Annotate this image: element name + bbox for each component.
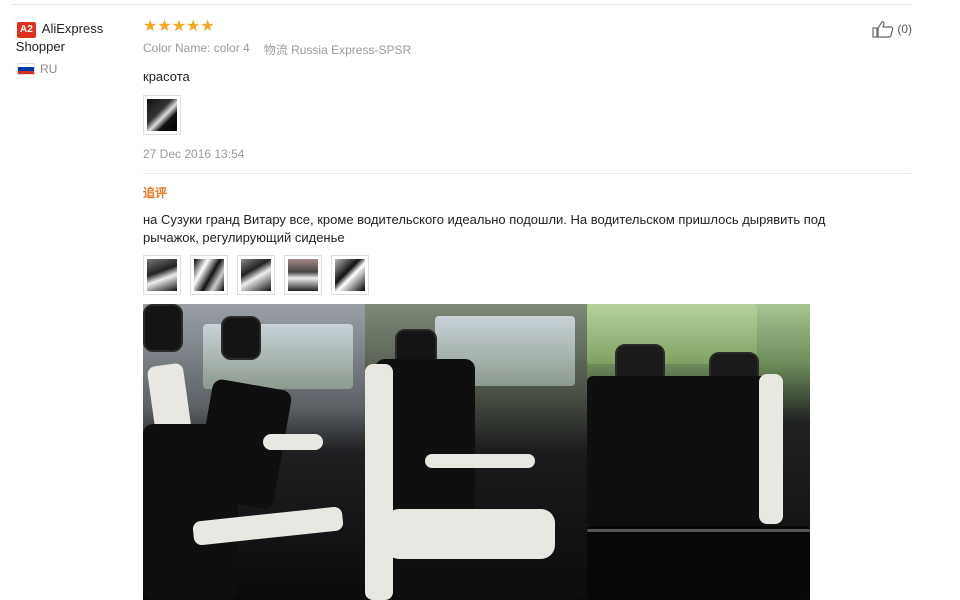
color-value: color 4 [213, 41, 250, 55]
seat-cover-photo-rear-side[interactable] [365, 304, 587, 600]
additional-photo-thumbnails [143, 255, 913, 295]
additional-feedback-label: 追评 [143, 186, 168, 200]
additional-photo-thumbnail[interactable] [190, 255, 228, 295]
logistics-value: Russia Express-SPSR [291, 43, 412, 57]
additional-feedback-text: на Сузуки гранд Витару все, кроме водите… [143, 212, 826, 245]
logistics-label: 物流 [263, 43, 288, 57]
user-level-badge: A2 [17, 22, 36, 38]
reviewer-name-line1: AliExpress [41, 21, 104, 36]
review-body: ★★★★★ Color Name: color 4 物流 Russia Expr… [143, 18, 913, 295]
section-divider [143, 173, 911, 174]
reviewer-name-line2: Shopper [15, 39, 65, 54]
review-photo-thumbnail[interactable] [143, 95, 181, 135]
reviewer-country: RU [17, 62, 127, 76]
additional-photo-thumbnail[interactable] [284, 255, 322, 295]
color-info: Color Name: color 4 [143, 41, 250, 58]
star-rating: ★★★★★ [143, 18, 215, 35]
order-meta: Color Name: color 4 物流 Russia Express-SP… [143, 41, 913, 58]
enlarged-photos [143, 304, 810, 600]
country-code: RU [40, 62, 58, 76]
seat-cover-photo-front[interactable] [143, 304, 365, 600]
additional-photo-thumbnail[interactable] [331, 255, 369, 295]
seat-cover-photo-rear-bench[interactable] [587, 304, 810, 600]
reviewer-name: AliExpress Shopper [16, 20, 104, 56]
review-text: красота [143, 69, 190, 84]
additional-photo-thumbnail[interactable] [237, 255, 275, 295]
additional-photo-thumbnail[interactable] [143, 255, 181, 295]
review-date: 27 Dec 2016 13:54 [143, 147, 245, 161]
top-divider [12, 4, 912, 5]
russia-flag-icon [17, 63, 35, 75]
logistics-info: 物流 Russia Express-SPSR [264, 41, 411, 58]
reviewer-info: A2 AliExpress Shopper RU [16, 20, 127, 76]
color-label: Color Name: [143, 41, 211, 55]
